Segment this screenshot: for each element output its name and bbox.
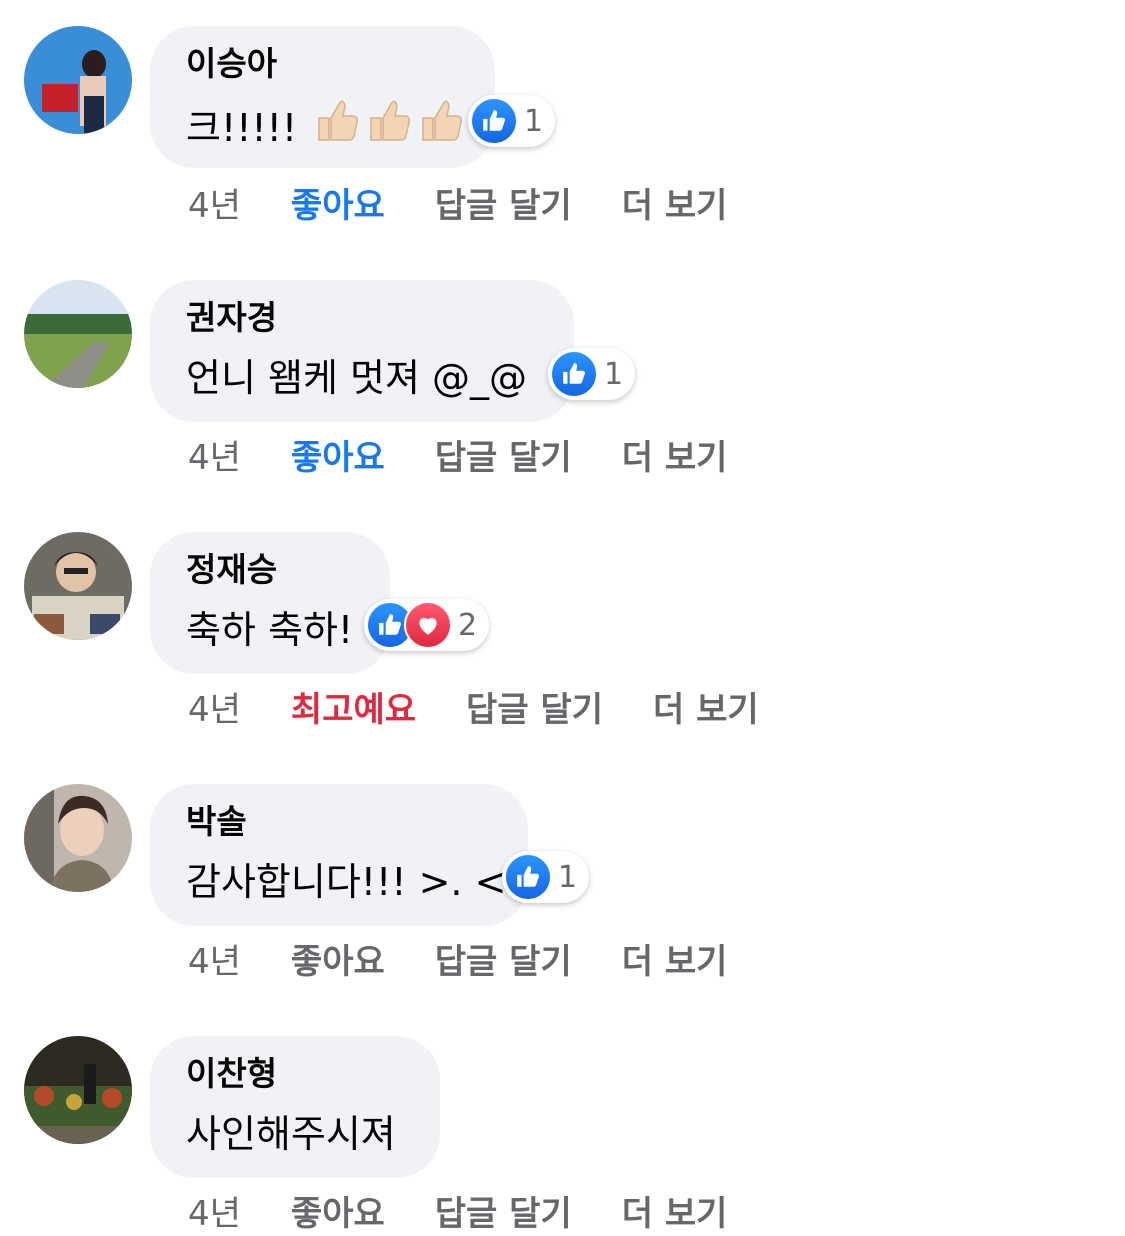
comment-text: 크!!!!! [186,105,298,150]
see-more-button[interactable]: 더 보기 [653,682,759,731]
comment-timestamp[interactable]: 4년 [188,934,241,983]
avatar[interactable] [24,1036,132,1144]
love-button[interactable]: 최고예요 [291,682,416,731]
reaction-count: 1 [524,103,544,139]
thumbs-up-emoji-icon [315,94,463,161]
avatar[interactable] [24,280,132,388]
reply-button[interactable]: 답글 달기 [435,430,572,479]
love-icon [404,601,452,649]
like-button[interactable]: 좋아요 [291,178,385,227]
comment-text: 언니 왬케 멋져 @_@ [186,356,527,400]
reply-button[interactable]: 답글 달기 [466,682,603,731]
comment-bubble: 이승아 크!!!!! [150,26,495,168]
comment-actions: 4년 좋아요 답글 달기 더 보기 [188,934,777,983]
like-button[interactable]: 좋아요 [291,1186,385,1235]
comment-bubble: 박솔 감사합니다!!! >. < [150,784,528,926]
comment-actions: 4년 좋아요 답글 달기 더 보기 [188,178,777,227]
like-button[interactable]: 좋아요 [291,430,385,479]
reaction-count: 2 [458,607,478,643]
reaction-summary[interactable]: 1 [548,348,636,400]
reaction-count: 1 [558,859,578,895]
reply-button[interactable]: 답글 달기 [435,934,572,983]
comment-timestamp[interactable]: 4년 [188,1186,241,1235]
avatar[interactable] [24,784,132,892]
comment-actions: 4년 좋아요 답글 달기 더 보기 [188,1186,777,1235]
see-more-button[interactable]: 더 보기 [622,1186,728,1235]
comment-text: 사인해주시져 [186,1112,396,1156]
reply-button[interactable]: 답글 달기 [435,1186,572,1235]
comment-bubble: 정재승 축하 축하! [150,532,390,674]
avatar[interactable] [24,532,132,640]
like-button[interactable]: 좋아요 [291,934,385,983]
comment-timestamp[interactable]: 4년 [188,430,241,479]
comment-bubble: 권자경 언니 왬케 멋져 @_@ [150,280,574,422]
comment-text: 감사합니다!!! >. < [186,860,507,904]
reaction-summary[interactable]: 2 [364,599,490,651]
comment-author[interactable]: 이승아 [186,42,459,86]
comment-author[interactable]: 권자경 [186,296,538,340]
comment-author[interactable]: 이찬형 [186,1052,404,1096]
reaction-summary[interactable]: 1 [502,851,590,903]
see-more-button[interactable]: 더 보기 [622,178,728,227]
like-icon [550,350,598,398]
see-more-button[interactable]: 더 보기 [622,430,728,479]
comment-actions: 4년 좋아요 답글 달기 더 보기 [188,430,777,479]
comment-text: 축하 축하! [186,608,354,652]
comment-text-row: 크!!!!! [186,94,463,161]
comment-timestamp[interactable]: 4년 [188,682,241,731]
reaction-count: 1 [604,356,624,392]
comment-bubble: 이찬형 사인해주시져 [150,1036,440,1178]
comment-author[interactable]: 박솔 [186,800,492,844]
reaction-summary[interactable]: 1 [468,95,556,147]
comment-timestamp[interactable]: 4년 [188,178,241,227]
comment-author[interactable]: 정재승 [186,548,354,592]
like-icon [470,97,518,145]
avatar[interactable] [24,26,132,134]
see-more-button[interactable]: 더 보기 [622,934,728,983]
reply-button[interactable]: 답글 달기 [435,178,572,227]
like-icon [504,853,552,901]
comment-actions: 4년 최고예요 답글 달기 더 보기 [188,682,809,731]
